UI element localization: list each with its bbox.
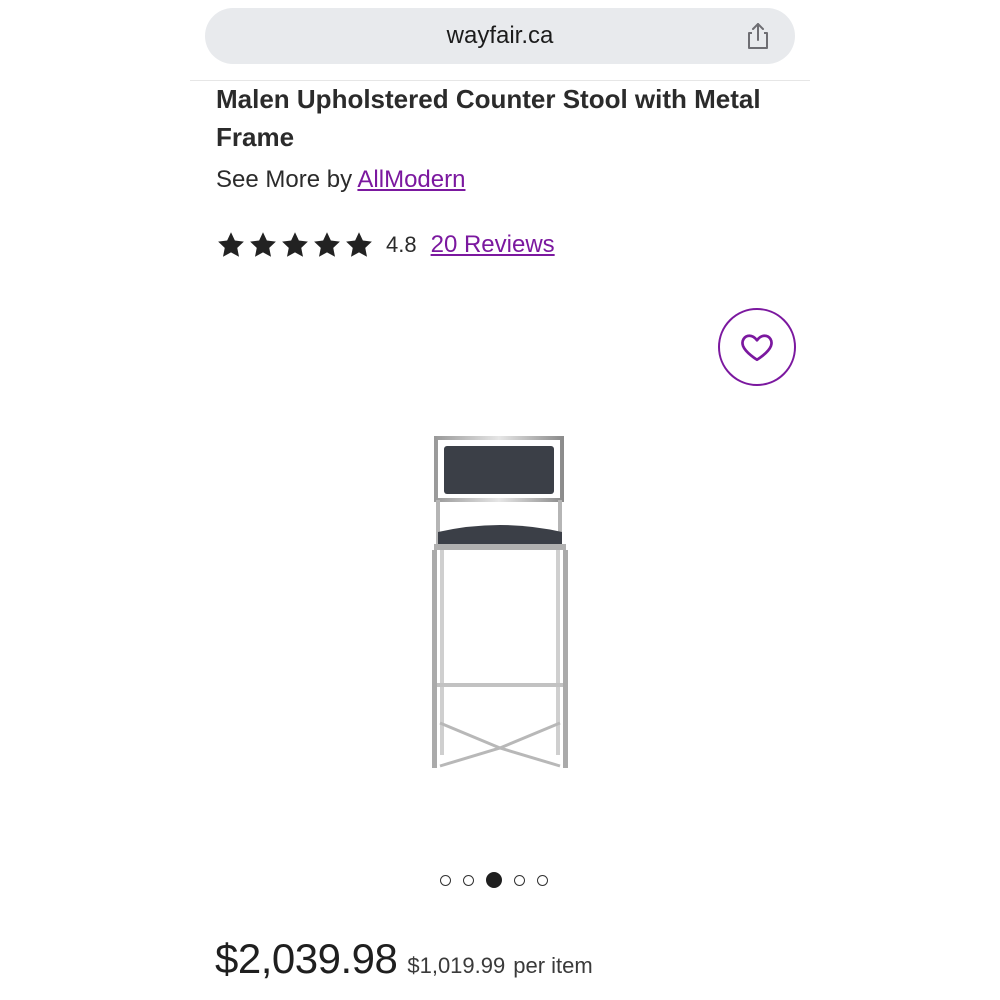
carousel-dot[interactable]	[440, 874, 451, 886]
heart-icon	[741, 334, 773, 362]
star-icon	[218, 232, 244, 257]
rating-value: 4.8	[386, 232, 417, 257]
carousel-dot[interactable]	[486, 872, 502, 888]
star-rating	[216, 230, 374, 260]
price: $2,039.98	[215, 935, 398, 982]
carousel-dot[interactable]	[463, 874, 474, 886]
star-icon	[346, 232, 372, 257]
star-icon	[314, 232, 340, 257]
product-title: Malen Upholstered Counter Stool with Met…	[216, 84, 761, 152]
brand-link[interactable]: AllModern	[357, 166, 465, 193]
star-icon	[250, 232, 276, 257]
favorite-button[interactable]	[718, 308, 796, 386]
price-row: $2,039.98 $1,019.99 per item	[215, 935, 593, 983]
product-page: wayfair.ca Malen Upholstered Counter Sto…	[0, 0, 1000, 1000]
share-icon[interactable]	[743, 21, 773, 51]
carousel-dots	[440, 872, 548, 888]
unit-label: per item	[513, 953, 593, 978]
unit-price: $1,019.99	[407, 953, 506, 978]
carousel-dot[interactable]	[537, 874, 548, 886]
url-text[interactable]: wayfair.ca	[205, 8, 795, 64]
see-more-by: See More by AllModern	[216, 164, 465, 196]
star-icon	[282, 232, 308, 257]
address-bar[interactable]: wayfair.ca	[205, 8, 795, 64]
reviews-link[interactable]: 20 Reviews	[431, 231, 555, 259]
product-image[interactable]	[420, 430, 580, 775]
see-more-prefix: See More by	[216, 166, 353, 193]
carousel-dot[interactable]	[514, 874, 525, 886]
rating-row: 4.8 20 Reviews	[216, 228, 555, 262]
